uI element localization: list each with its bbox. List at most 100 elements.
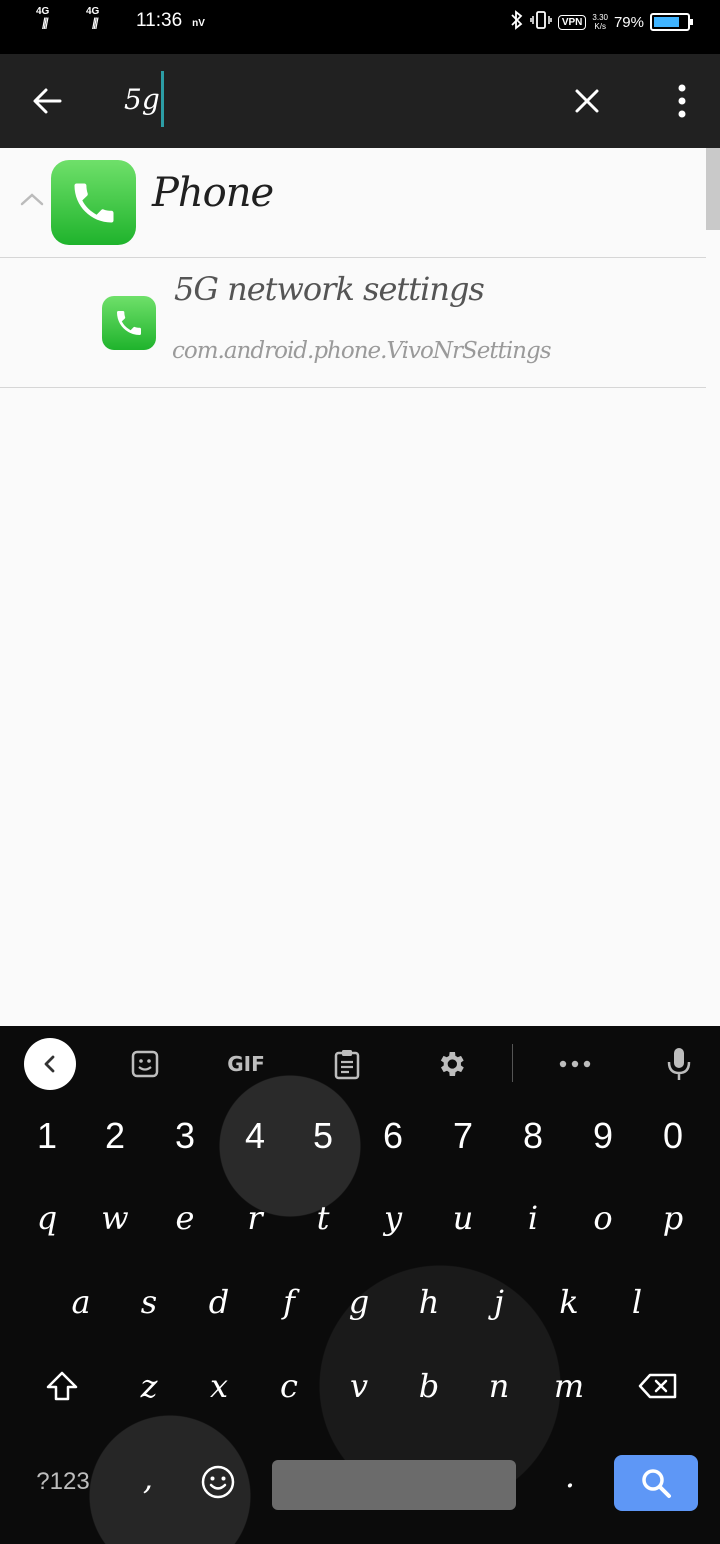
key-r[interactable]: r [220,1178,290,1258]
sim2-signal-icon: 4G ꟾꟾꟾ [86,6,126,36]
overflow-menu-button[interactable] [656,76,706,126]
key-g[interactable]: g [324,1262,394,1342]
key-v[interactable]: v [324,1346,394,1426]
key-8[interactable]: 8 [498,1096,568,1176]
key-m[interactable]: m [534,1346,604,1426]
more-horiz-icon [559,1060,591,1068]
clock: 11:36 [136,10,183,31]
vibrate-icon [530,10,552,34]
shift-icon [46,1371,78,1401]
period-key[interactable]: . [540,1436,600,1516]
arrow-left-icon [33,88,62,114]
emoji-key[interactable] [196,1454,240,1510]
number-row: 1 2 3 4 5 6 7 8 9 0 [0,1096,720,1176]
keyboard-collapse-button[interactable] [24,1038,76,1090]
backspace-icon [638,1373,677,1399]
key-5[interactable]: 5 [288,1096,358,1176]
key-z[interactable]: z [114,1346,184,1426]
key-b[interactable]: b [394,1346,464,1426]
key-o[interactable]: o [568,1178,638,1258]
text-caret [160,71,164,127]
result-title: 5G network settings [174,270,485,308]
key-3[interactable]: 3 [150,1096,220,1176]
space-key[interactable] [272,1460,516,1510]
letter-row-2: a s d f g h j k l [0,1262,720,1342]
key-d[interactable]: d [184,1262,254,1342]
search-input[interactable]: 5g [124,68,164,130]
key-9[interactable]: 9 [568,1096,638,1176]
backspace-key[interactable] [620,1346,696,1426]
key-p[interactable]: p [638,1178,708,1258]
key-2[interactable]: 2 [80,1096,150,1176]
sim1-signal-icon: 4G ꟾꟾꟾ [36,6,76,36]
key-u[interactable]: u [428,1178,498,1258]
soft-keyboard: GIF 1 2 3 4 5 6 7 8 9 0 q w e r t y u i … [0,1026,720,1544]
status-bar: 4G ꟾꟾꟾ 4G ꟾꟾꟾ 11:36 nV VPN 3.30 K/s 79% [0,0,720,54]
result-group-header[interactable]: Phone [0,148,706,258]
scrollbar[interactable] [706,148,720,230]
key-q[interactable]: q [12,1178,82,1258]
toolbar-divider [512,1044,513,1082]
gear-icon [440,1052,464,1076]
clipboard-button[interactable] [320,1038,374,1090]
key-f[interactable]: f [254,1262,324,1342]
sticker-button[interactable] [118,1038,172,1090]
battery-level-fill [654,17,680,27]
sim2-network-type: 4G [86,6,100,17]
key-n[interactable]: n [464,1346,534,1426]
search-toolbar: 5g [0,54,720,148]
key-x[interactable]: x [184,1346,254,1426]
group-title: Phone [152,170,274,216]
keyboard-settings-button[interactable] [424,1038,478,1090]
more-options-button[interactable] [548,1038,602,1090]
keyboard-toolbar: GIF [0,1026,720,1102]
key-y[interactable]: y [358,1178,428,1258]
carrier-label: nV [192,18,205,29]
key-c[interactable]: c [254,1346,324,1426]
search-action-key[interactable] [614,1455,698,1511]
network-speed-value: 3.30 [592,13,608,22]
key-l[interactable]: l [602,1262,672,1342]
key-j[interactable]: j [464,1262,534,1342]
chevron-up-icon[interactable] [18,188,46,208]
mic-icon [667,1048,691,1080]
key-h[interactable]: h [394,1262,464,1342]
gif-label: GIF [227,1052,265,1076]
symbols-key[interactable]: ?123 [24,1442,102,1522]
comma-key[interactable]: , [118,1438,178,1518]
back-button[interactable] [22,76,72,126]
key-a[interactable]: a [46,1262,116,1342]
search-query-text: 5g [124,82,160,116]
key-w[interactable]: w [80,1178,150,1258]
battery-percent: 79% [613,13,644,31]
battery-icon [650,13,693,31]
key-7[interactable]: 7 [428,1096,498,1176]
clipboard-icon [334,1050,360,1080]
shift-key[interactable] [26,1346,98,1426]
voice-input-button[interactable] [652,1038,706,1090]
key-6[interactable]: 6 [358,1096,428,1176]
network-speed-unit: K/s [594,22,606,31]
key-t[interactable]: t [288,1178,358,1258]
result-subtitle: com.android.phone.VivoNrSettings [172,338,552,364]
more-vert-icon [678,84,686,118]
network-speed: 3.30 K/s [592,13,608,31]
chevron-left-icon [44,1055,55,1073]
key-k[interactable]: k [534,1262,604,1342]
key-s[interactable]: s [114,1262,184,1342]
bluetooth-icon [510,10,524,34]
signal-bars: ꟾꟾꟾ [42,18,48,32]
emoji-icon [201,1465,235,1499]
clear-search-button[interactable] [562,76,612,126]
key-0[interactable]: 0 [638,1096,708,1176]
key-e[interactable]: e [150,1178,220,1258]
result-item[interactable]: 5G network settings com.android.phone.Vi… [0,258,706,388]
gif-button[interactable]: GIF [218,1038,274,1090]
key-1[interactable]: 1 [12,1096,82,1176]
search-results: Phone 5G network settings com.android.ph… [0,148,720,1026]
letter-row-1: q w e r t y u i o p [0,1178,720,1258]
phone-app-icon [102,296,156,350]
key-i[interactable]: i [498,1178,568,1258]
key-4[interactable]: 4 [220,1096,290,1176]
sticker-icon [131,1050,159,1078]
